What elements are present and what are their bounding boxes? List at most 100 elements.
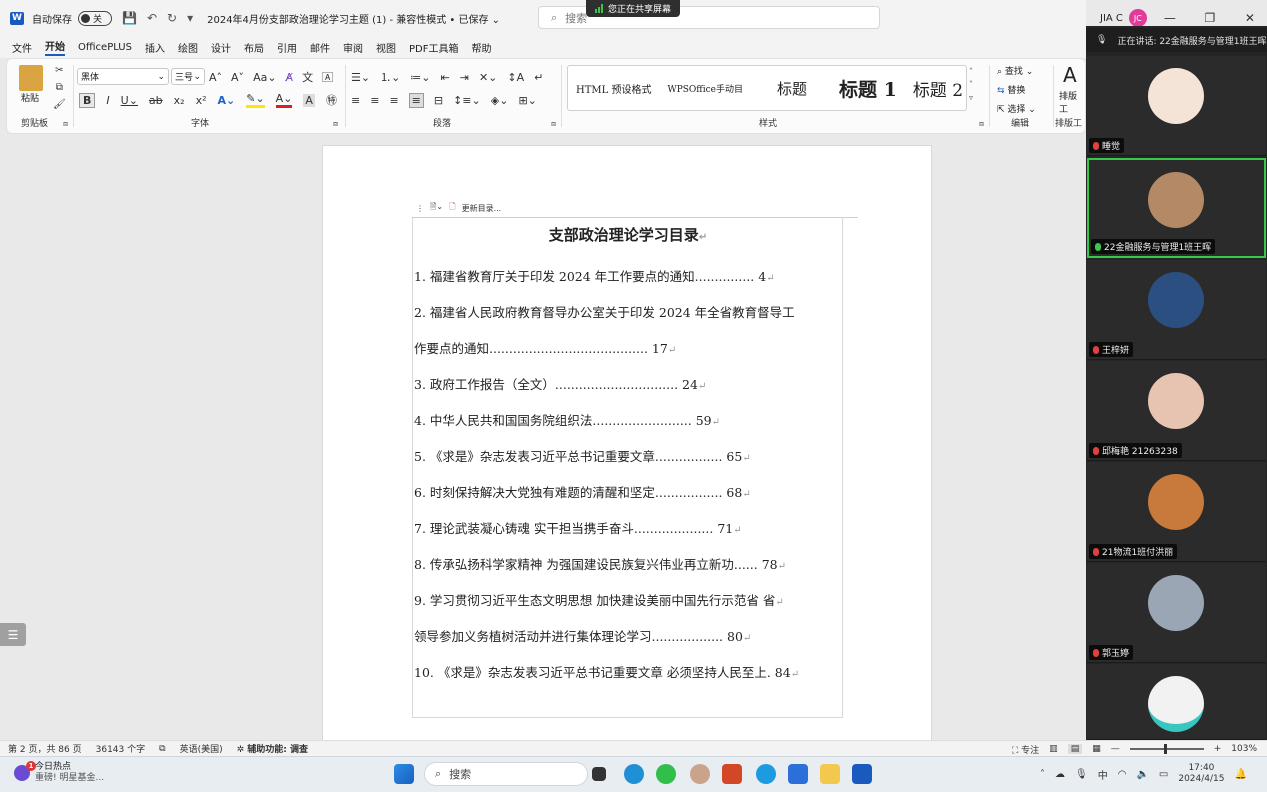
find-button[interactable]: ⌕ 查找 ⌄ bbox=[997, 64, 1036, 77]
character-shading-icon[interactable]: A bbox=[303, 93, 315, 107]
participant-tile-active[interactable]: 22金融服务与管理1班王晖 bbox=[1087, 158, 1266, 258]
tab-file[interactable]: 文件 bbox=[12, 40, 32, 55]
chinese-layout-icon[interactable]: ✕⌄ bbox=[479, 71, 497, 84]
toc-entry-9-cont[interactable]: 领导参加义务植树活动并进行集体理论学习.................. 80… bbox=[414, 626, 850, 645]
browser-icon[interactable] bbox=[756, 764, 776, 784]
web-layout-icon[interactable]: ▦ bbox=[1092, 744, 1101, 754]
style-heading-2[interactable]: 标题 2 bbox=[905, 76, 971, 101]
photos-icon[interactable] bbox=[788, 764, 808, 784]
cloud-icon[interactable]: ☁ bbox=[1055, 769, 1065, 780]
toc-entry-10[interactable]: 10. 《求是》杂志发表习近平总书记重要文章 必须坚持人民至上. 84↵ bbox=[414, 662, 850, 681]
zoom-slider[interactable] bbox=[1129, 744, 1204, 754]
tab-pdf-tools[interactable]: PDF工具箱 bbox=[409, 40, 458, 55]
restore-icon[interactable]: ❐ bbox=[1193, 11, 1227, 25]
zoom-out-icon[interactable]: — bbox=[1111, 744, 1120, 754]
print-layout-icon[interactable]: ▤ bbox=[1067, 744, 1083, 754]
toc-entry-6[interactable]: 6. 时刻保持解决大党独有难题的清醒和坚定................. 6… bbox=[414, 482, 850, 501]
style-heading-1[interactable]: 标题 1 bbox=[831, 75, 905, 102]
battery-icon[interactable]: ▭ bbox=[1159, 769, 1168, 780]
style-wps-manual-toc[interactable]: WPSOffice手动目 bbox=[659, 82, 751, 95]
file-explorer-icon[interactable] bbox=[820, 764, 840, 784]
wifi-icon[interactable]: ◠ bbox=[1118, 769, 1127, 780]
increase-indent-icon[interactable]: ⇥ bbox=[460, 71, 469, 84]
clock[interactable]: 17:40 2024/4/15 bbox=[1178, 763, 1224, 785]
text-effects-icon[interactable]: A⌄ bbox=[218, 94, 236, 107]
decrease-indent-icon[interactable]: ⇤ bbox=[441, 71, 450, 84]
zoom-in-icon[interactable]: + bbox=[1214, 744, 1222, 754]
replace-button[interactable]: ⇆ 替换 bbox=[997, 83, 1036, 96]
highlight-icon[interactable]: ✎⌄ bbox=[246, 92, 265, 108]
align-left-icon[interactable]: ≡ bbox=[351, 94, 360, 107]
superscript-icon[interactable]: x² bbox=[196, 94, 207, 107]
toc-drag-handle-icon[interactable]: ⋮ bbox=[416, 204, 424, 213]
participant-tile[interactable]: 郭玉婷 bbox=[1087, 563, 1266, 663]
layout-tool-button[interactable]: 排版工 bbox=[1059, 89, 1085, 115]
change-case-icon[interactable]: Aa⌄ bbox=[253, 71, 276, 84]
font-name-select[interactable]: 黑体 ⌄ bbox=[77, 68, 169, 85]
enclose-character-icon[interactable]: ㊕ bbox=[326, 92, 337, 108]
toc-menu-icon[interactable]: 🗎⌄ bbox=[430, 201, 443, 215]
edge-icon[interactable] bbox=[624, 764, 644, 784]
show-marks-icon[interactable]: ↵ bbox=[534, 71, 543, 84]
participant-tile[interactable]: 睡觉 bbox=[1087, 56, 1266, 156]
subscript-icon[interactable]: x₂ bbox=[174, 94, 185, 107]
tab-officeplus[interactable]: OfficePLUS bbox=[78, 42, 132, 53]
powerpoint-icon[interactable] bbox=[722, 764, 742, 784]
tab-home[interactable]: 开始 bbox=[45, 38, 65, 56]
toc-entry-2[interactable]: 2. 福建省人民政府教育督导办公室关于印发 2024 年全省教育督导工 bbox=[414, 302, 850, 321]
toc-title[interactable]: 支部政治理论学习目录↵ bbox=[412, 224, 844, 245]
participant-tile[interactable]: 王梓妍 bbox=[1087, 260, 1266, 360]
tab-insert[interactable]: 插入 bbox=[145, 40, 165, 55]
justify-icon[interactable]: ≡ bbox=[408, 93, 424, 108]
proofing-icon[interactable]: ⧉ bbox=[159, 744, 165, 754]
toc-entry-1[interactable]: 1. 福建省教育厅关于印发 2024 年工作要点的通知.............… bbox=[414, 266, 850, 285]
meeting-app-icon[interactable] bbox=[690, 764, 710, 784]
sort-icon[interactable]: ↕A bbox=[507, 71, 524, 84]
paragraph-launcher-icon[interactable]: ⧈ bbox=[551, 119, 556, 129]
font-launcher-icon[interactable]: ⧈ bbox=[333, 119, 338, 129]
taskbar-search[interactable]: ⌕ 搜索 bbox=[424, 762, 588, 786]
numbering-icon[interactable]: ⒈⌄ bbox=[380, 69, 400, 85]
save-icon[interactable]: 💾 bbox=[122, 11, 137, 25]
toc-entry-9[interactable]: 9. 学习贯彻习近平生态文明思想 加快建设美丽中国先行示范省 省↵ bbox=[414, 590, 850, 609]
user-name[interactable]: JIA C bbox=[1100, 13, 1123, 24]
word-count[interactable]: 36143 个字 bbox=[96, 742, 146, 755]
update-toc-button[interactable]: 更新目录... bbox=[462, 203, 502, 214]
select-button[interactable]: ⇱ 选择 ⌄ bbox=[997, 102, 1036, 115]
start-icon[interactable] bbox=[394, 764, 414, 784]
toc-entry-5[interactable]: 5. 《求是》杂志发表习近平总书记重要文章................. 6… bbox=[414, 446, 850, 465]
format-painter-icon[interactable]: 🖌 bbox=[53, 99, 66, 110]
tab-draw[interactable]: 绘图 bbox=[178, 40, 198, 55]
tab-references[interactable]: 引用 bbox=[277, 40, 297, 55]
read-mode-icon[interactable]: ▥ bbox=[1049, 744, 1058, 754]
document-title[interactable]: 2024年4月份支部政治理论学习主题 (1) - 兼容性模式 • 已保存 ⌄ bbox=[207, 11, 500, 26]
wechat-icon[interactable] bbox=[656, 764, 676, 784]
volume-icon[interactable]: 🔈 bbox=[1136, 769, 1148, 780]
focus-button[interactable]: ⛶ 专注 bbox=[1012, 743, 1039, 756]
undo-icon[interactable]: ↶ bbox=[147, 11, 157, 25]
style-title[interactable]: 标题 bbox=[769, 78, 815, 99]
toc-entry-7[interactable]: 7. 理论武装凝心铸魂 实干担当携手奋斗....................… bbox=[414, 518, 850, 537]
zoom-slider-knob[interactable] bbox=[1163, 744, 1167, 754]
participant-tile[interactable] bbox=[1087, 664, 1266, 740]
clear-format-icon[interactable]: A̸ bbox=[286, 71, 294, 84]
tray-chevron-icon[interactable]: ˄ bbox=[1040, 769, 1045, 780]
font-size-select[interactable]: 三号 ⌄ bbox=[171, 68, 205, 85]
distributed-icon[interactable]: ⊟ bbox=[434, 94, 443, 107]
navigation-pane-icon[interactable]: ☰ bbox=[0, 623, 26, 646]
tab-review[interactable]: 审阅 bbox=[343, 40, 363, 55]
minimize-icon[interactable]: — bbox=[1153, 11, 1187, 25]
character-border-icon[interactable]: 🄰 bbox=[322, 69, 333, 85]
copy-icon[interactable]: ⧉ bbox=[56, 82, 63, 93]
underline-icon[interactable]: U⌄ bbox=[121, 94, 138, 107]
tab-layout[interactable]: 布局 bbox=[244, 40, 264, 55]
task-view-icon[interactable] bbox=[592, 767, 606, 781]
zoom-level[interactable]: 103% bbox=[1231, 744, 1257, 754]
multilevel-list-icon[interactable]: ≔⌄ bbox=[410, 71, 430, 84]
shading-icon[interactable]: ◈⌄ bbox=[491, 94, 509, 107]
clipboard-launcher-icon[interactable]: ⧈ bbox=[63, 119, 68, 129]
line-spacing-icon[interactable]: ↕≡⌄ bbox=[453, 94, 481, 107]
toc-entry-3[interactable]: 3. 政府工作报告（全文）...........................… bbox=[414, 374, 850, 393]
language-indicator[interactable]: 英语(美国) bbox=[180, 742, 223, 755]
paste-label[interactable]: 粘贴 bbox=[21, 91, 39, 104]
